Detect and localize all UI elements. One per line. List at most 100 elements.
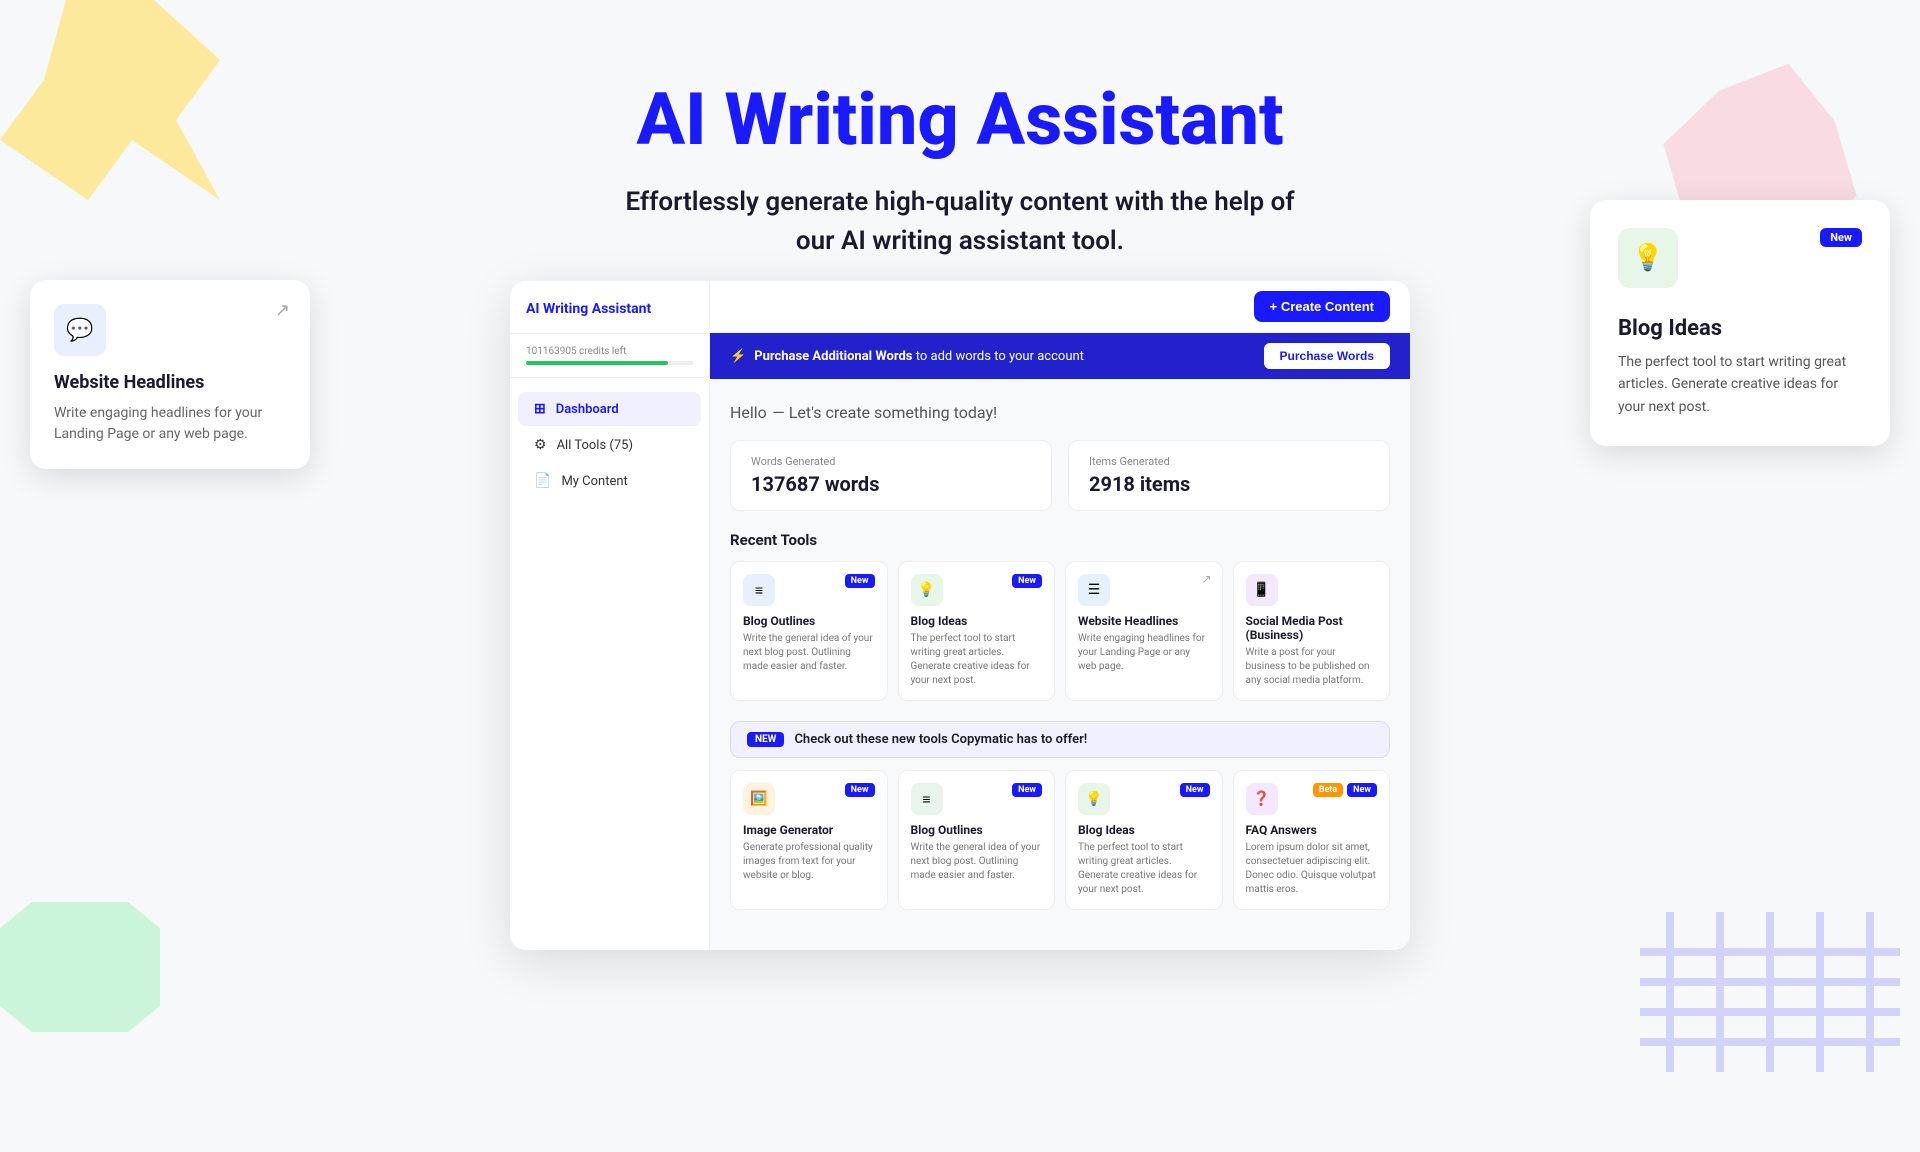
tool-card-blog-ideas[interactable]: 💡 New Blog Ideas The perfect tool to sta… xyxy=(898,561,1056,701)
blog-ideas-badge-sm: New xyxy=(1012,574,1042,588)
tool-card-blog-ideas-new[interactable]: 💡 New Blog Ideas The perfect tool to sta… xyxy=(1065,770,1223,910)
blog-outlines-desc: Write the general idea of your next blog… xyxy=(743,632,875,674)
stat-words: Words Generated 137687 words xyxy=(730,440,1052,511)
logo-suffix: Assistant xyxy=(592,301,652,317)
lightning-icon: ⚡ xyxy=(730,349,746,364)
content-icon: 📄 xyxy=(534,473,551,489)
stat-words-value: 137687 words xyxy=(751,472,1031,496)
stats-row: Words Generated 137687 words Items Gener… xyxy=(730,440,1390,511)
blog-ideas-new-desc: The perfect tool to start writing great … xyxy=(1078,841,1210,897)
sidebar-item-dashboard-label: Dashboard xyxy=(556,402,619,417)
blog-ideas-new-tool-icon: 💡 xyxy=(1078,783,1110,815)
stat-items: Items Generated 2918 items xyxy=(1068,440,1390,511)
greeting-main: Hello xyxy=(730,403,767,422)
recent-tools-grid: ≡ New Blog Outlines Write the general id… xyxy=(730,561,1390,701)
floating-card-blog-ideas: 💡 New Blog Ideas The perfect tool to sta… xyxy=(1590,200,1890,446)
create-content-button[interactable]: + Create Content xyxy=(1254,291,1390,322)
sidebar-item-tools-label: All Tools (75) xyxy=(557,438,633,453)
social-media-tool-icon: 📱 xyxy=(1246,574,1278,606)
blog-ideas-desc: The perfect tool to start writing great … xyxy=(911,632,1043,688)
purchase-banner-text: ⚡ Purchase Additional Words to add words… xyxy=(730,349,1084,364)
new-tools-banner: NEW Check out these new tools Copymatic … xyxy=(730,721,1390,758)
tool-card-blog-outlines-new-header: ≡ New xyxy=(911,783,1043,815)
main-content: + Create Content ⚡ Purchase Additional W… xyxy=(710,281,1410,950)
tool-card-image-generator[interactable]: 🖼️ New Image Generator Generate professi… xyxy=(730,770,888,910)
faq-desc: Lorem ipsum dolor sit amet, consectetuer… xyxy=(1246,841,1378,897)
faq-name: FAQ Answers xyxy=(1246,823,1378,837)
tool-card-blog-ideas-new-header: 💡 New xyxy=(1078,783,1210,815)
app-screenshot: AI Writing Assistant 101163905 credits l… xyxy=(510,281,1410,950)
website-headlines-arrow: ↗ xyxy=(1201,572,1211,586)
sidebar: AI Writing Assistant 101163905 credits l… xyxy=(510,281,710,950)
credits-bar-fill xyxy=(526,361,668,365)
tool-card-social-media[interactable]: 📱 Social Media Post (Business) Write a p… xyxy=(1233,561,1391,701)
purchase-words-button[interactable]: Purchase Words xyxy=(1264,343,1390,369)
social-media-desc: Write a post for your business to be pub… xyxy=(1246,646,1378,688)
sidebar-item-my-content[interactable]: 📄 My Content xyxy=(518,464,701,498)
image-gen-tool-icon: 🖼️ xyxy=(743,783,775,815)
tool-card-blog-outlines-header: ≡ New xyxy=(743,574,875,606)
topbar: + Create Content xyxy=(710,281,1410,333)
purchase-text-suffix: to add words to your account xyxy=(916,349,1084,364)
tool-card-blog-ideas-header: 💡 New xyxy=(911,574,1043,606)
tool-card-social-media-header: 📱 xyxy=(1246,574,1378,606)
dashboard-icon: ⊞ xyxy=(534,401,546,417)
website-headlines-desc: Write engaging headlines for your Landin… xyxy=(1078,632,1210,674)
tool-card-faq-answers[interactable]: ❓ Beta New FAQ Answers Lorem ipsum dolor… xyxy=(1233,770,1391,910)
floating-card-website-headlines: ↗ 💬 Website Headlines Write engaging hea… xyxy=(30,280,310,469)
page-subtitle: Effortlessly generate high-quality conte… xyxy=(610,183,1310,261)
stat-items-value: 2918 items xyxy=(1089,472,1369,496)
image-gen-badge: New xyxy=(845,783,875,797)
tool-card-blog-outlines[interactable]: ≡ New Blog Outlines Write the general id… xyxy=(730,561,888,701)
image-gen-name: Image Generator xyxy=(743,823,875,837)
tool-card-website-headlines[interactable]: ☰ ↗ Website Headlines Write engaging hea… xyxy=(1065,561,1223,701)
credits-section: 101163905 credits left xyxy=(510,334,709,378)
floating-card-right-desc: The perfect tool to start writing great … xyxy=(1618,351,1862,418)
new-tools-banner-text: Check out these new tools Copymatic has … xyxy=(794,732,1087,747)
arrow-icon: ↗ xyxy=(275,300,290,321)
faq-tool-icon: ❓ xyxy=(1246,783,1278,815)
stat-words-label: Words Generated xyxy=(751,455,1031,468)
tool-card-image-generator-header: 🖼️ New xyxy=(743,783,875,815)
blog-outlines-new-badge: New xyxy=(1012,783,1042,797)
logo-brand: AI Writing xyxy=(526,301,588,317)
social-media-name: Social Media Post (Business) xyxy=(1246,614,1378,642)
blog-outlines-new-desc: Write the general idea of your next blog… xyxy=(911,841,1043,883)
recent-tools-title: Recent Tools xyxy=(730,531,1390,549)
purchase-text-bold: Purchase Additional Words xyxy=(754,349,912,364)
greeting: Hello — Let's create something today! xyxy=(730,399,1390,424)
faq-beta-badge: Beta xyxy=(1313,783,1343,797)
website-headlines-icon: 💬 xyxy=(54,304,106,356)
floating-card-right-title: Blog Ideas xyxy=(1618,316,1862,341)
sidebar-nav: ⊞ Dashboard ⚙ All Tools (75) 📄 My Conten… xyxy=(510,378,709,512)
floating-card-left-desc: Write engaging headlines for your Landin… xyxy=(54,403,286,445)
new-tools-banner-badge: NEW xyxy=(747,732,784,747)
blog-ideas-icon: 💡 xyxy=(1618,228,1678,288)
stat-items-label: Items Generated xyxy=(1089,455,1369,468)
dashboard-content: Hello — Let's create something today! Wo… xyxy=(710,379,1410,950)
faq-new-badge: New xyxy=(1347,783,1377,797)
sidebar-header: AI Writing Assistant xyxy=(510,301,709,334)
blog-ideas-new-badge: New xyxy=(1180,783,1210,797)
purchase-banner: ⚡ Purchase Additional Words to add words… xyxy=(710,333,1410,379)
blog-outlines-new-name: Blog Outlines xyxy=(911,823,1043,837)
blog-outlines-name: Blog Outlines xyxy=(743,614,875,628)
blog-ideas-new-name: Blog Ideas xyxy=(1078,823,1210,837)
image-gen-desc: Generate professional quality images fro… xyxy=(743,841,875,883)
sidebar-item-dashboard[interactable]: ⊞ Dashboard xyxy=(518,392,701,426)
credits-label: 101163905 credits left xyxy=(526,346,693,357)
sidebar-logo: AI Writing Assistant xyxy=(526,301,693,317)
blog-ideas-badge: New xyxy=(1820,228,1862,247)
tool-card-faq-header: ❓ Beta New xyxy=(1246,783,1378,815)
greeting-sub: — Let's create something today! xyxy=(772,403,997,422)
new-tools-grid: 🖼️ New Image Generator Generate professi… xyxy=(730,770,1390,910)
sidebar-item-all-tools[interactable]: ⚙ All Tools (75) xyxy=(518,428,701,462)
credits-bar xyxy=(526,361,693,365)
blog-outlines-new-tool-icon: ≡ xyxy=(911,783,943,815)
blog-outlines-tool-icon: ≡ xyxy=(743,574,775,606)
tools-icon: ⚙ xyxy=(534,437,547,453)
tool-card-website-headlines-header: ☰ ↗ xyxy=(1078,574,1210,606)
sidebar-item-content-label: My Content xyxy=(561,474,627,489)
tool-card-blog-outlines-new[interactable]: ≡ New Blog Outlines Write the general id… xyxy=(898,770,1056,910)
blog-ideas-tool-icon: 💡 xyxy=(911,574,943,606)
